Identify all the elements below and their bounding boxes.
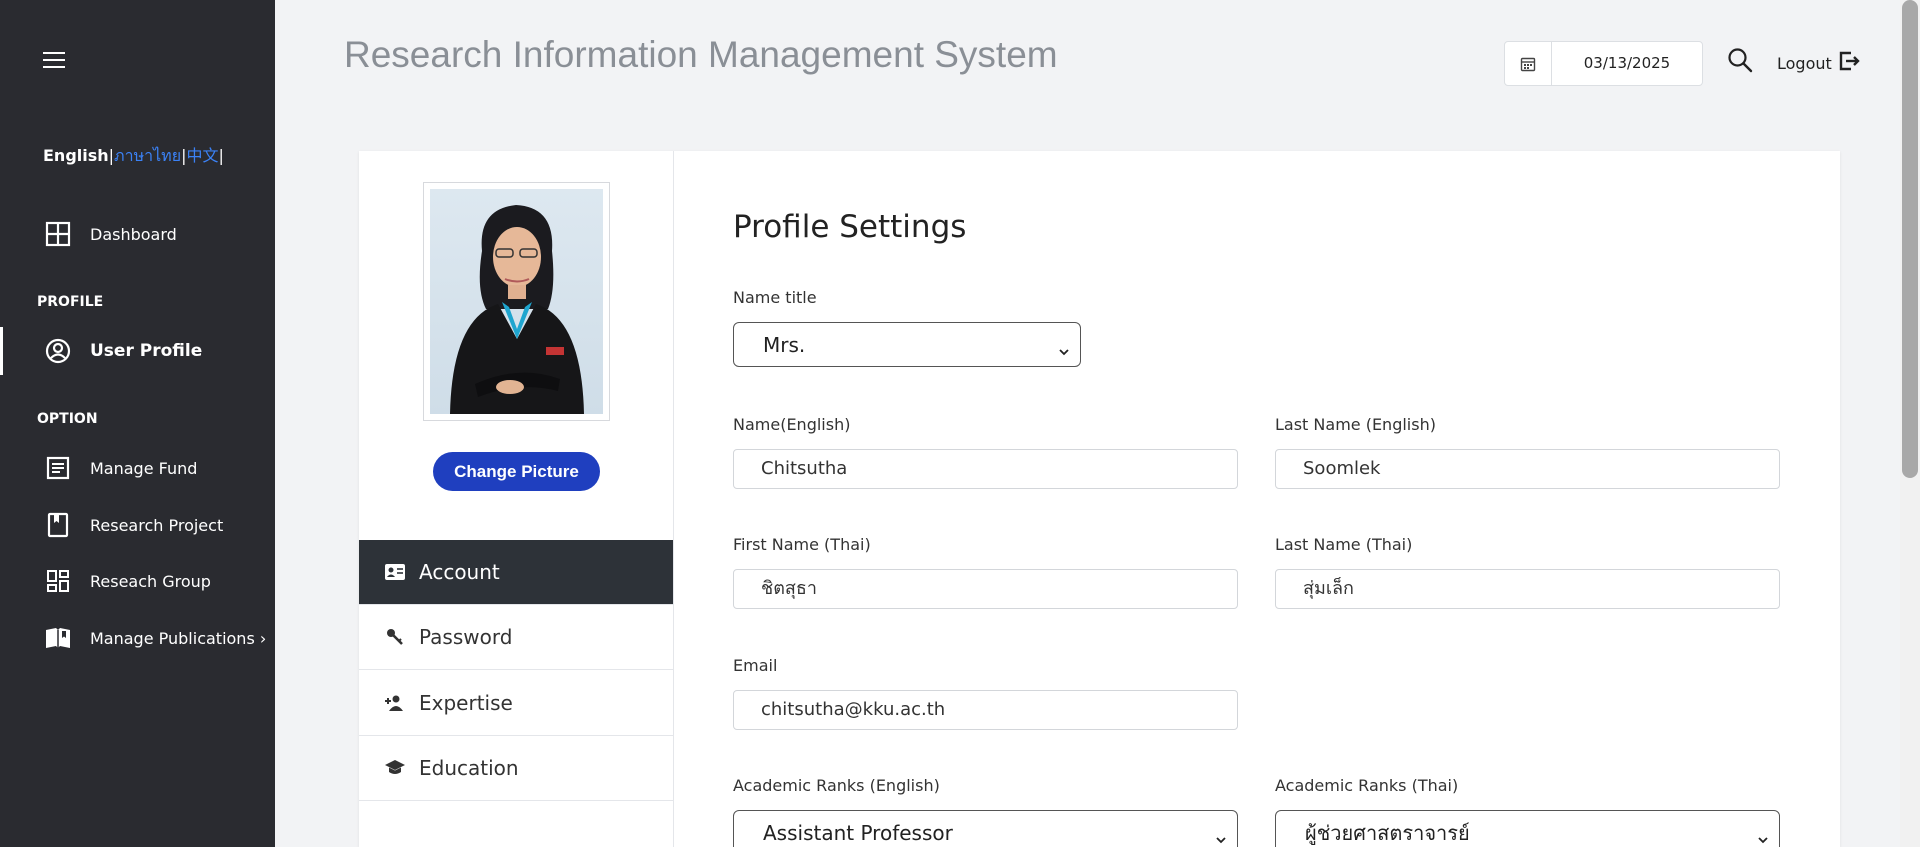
academic-rank-thai-label: Academic Ranks (Thai) — [1275, 776, 1459, 795]
academic-rank-english-label: Academic Ranks (English) — [733, 776, 940, 795]
sidebar-item-manage-publications[interactable]: Manage Publications › — [0, 614, 275, 662]
tab-education[interactable]: Education — [359, 736, 673, 801]
hamburger-menu-icon[interactable] — [43, 52, 65, 68]
tab-password[interactable]: Password — [359, 605, 673, 670]
user-plus-icon — [385, 693, 405, 713]
lang-english[interactable]: English — [43, 146, 109, 165]
sidebar-item-label: User Profile — [90, 341, 203, 361]
sidebar-item-research-project[interactable]: Research Project — [0, 501, 275, 549]
id-card-icon — [385, 562, 405, 582]
lang-chinese[interactable]: 中文 — [186, 146, 218, 165]
sidebar-item-user-profile[interactable]: User Profile — [0, 327, 275, 375]
profile-photo-frame — [423, 182, 610, 421]
language-switcher: English|ภาษาไทย|中文| — [43, 146, 224, 165]
name-english-label: Name(English) — [733, 415, 851, 434]
tab-label: Password — [419, 625, 513, 649]
open-book-icon — [44, 624, 72, 652]
last-name-thai-label: Last Name (Thai) — [1275, 535, 1413, 554]
change-picture-button[interactable]: Change Picture — [433, 452, 600, 491]
tab-expertise[interactable]: Expertise — [359, 671, 673, 736]
last-name-english-input[interactable]: Soomlek — [1275, 449, 1780, 489]
date-value[interactable]: 03/13/2025 — [1552, 42, 1702, 85]
search-icon[interactable] — [1727, 47, 1753, 73]
logout-button[interactable]: Logout — [1777, 50, 1860, 76]
last-name-thai-input[interactable]: สุ่มเล็ก — [1275, 569, 1780, 609]
academic-rank-english-select[interactable]: Assistant Professor — [733, 810, 1238, 847]
user-circle-icon — [44, 337, 72, 365]
academic-rank-thai-select[interactable]: ผู้ช่วยศาสตราจารย์ — [1275, 810, 1780, 847]
page-scrollbar[interactable] — [1900, 0, 1920, 847]
logout-label: Logout — [1777, 53, 1832, 73]
profile-card: Change Picture Account Password Expertis… — [359, 151, 1840, 847]
graduation-cap-icon — [385, 758, 405, 778]
last-name-english-label: Last Name (English) — [1275, 415, 1436, 434]
sidebar-item-label: Manage Fund — [90, 458, 198, 478]
section-label-option: OPTION — [37, 411, 98, 427]
sidebar-item-label: Manage Publications › — [90, 628, 267, 648]
first-name-thai-input[interactable]: ชิตสุธา — [733, 569, 1238, 609]
scrollbar-thumb[interactable] — [1902, 0, 1918, 478]
bookmark-book-icon — [44, 511, 72, 539]
email-input[interactable]: chitsutha@kku.ac.th — [733, 690, 1238, 730]
date-picker[interactable]: 03/13/2025 — [1504, 41, 1703, 86]
profile-sidebar: Change Picture Account Password Expertis… — [359, 151, 674, 847]
academic-rank-english-value: Assistant Professor — [763, 820, 953, 845]
key-icon — [385, 627, 405, 647]
lang-thai[interactable]: ภาษาไทย — [114, 146, 181, 165]
chevron-down-icon — [1058, 339, 1070, 355]
sidebar-item-label: Reseach Group — [90, 571, 211, 591]
name-english-input[interactable]: Chitsutha — [733, 449, 1238, 489]
page-title: Research Information Management System — [344, 34, 1058, 75]
tab-label: Expertise — [419, 691, 513, 715]
name-title-label: Name title — [733, 288, 817, 307]
dashboard-icon — [44, 220, 72, 248]
first-name-thai-label: First Name (Thai) — [733, 535, 871, 554]
tab-account[interactable]: Account — [359, 540, 673, 605]
logout-icon — [1838, 50, 1860, 76]
sidebar-item-research-group[interactable]: Reseach Group — [0, 557, 275, 605]
sidebar: English|ภาษาไทย|中文| Dashboard PROFILE Us… — [0, 0, 275, 847]
profile-photo — [430, 189, 603, 414]
academic-rank-thai-value: ผู้ช่วยศาสตราจารย์ — [1305, 820, 1470, 845]
sidebar-item-manage-fund[interactable]: Manage Fund — [0, 444, 275, 492]
tab-label: Education — [419, 756, 519, 780]
sidebar-item-label: Dashboard — [90, 224, 177, 244]
sidebar-item-dashboard[interactable]: Dashboard — [0, 210, 275, 258]
tab-label: Account — [419, 560, 500, 584]
sidebar-item-label: Research Project — [90, 515, 224, 535]
chevron-down-icon — [1215, 827, 1227, 843]
email-label: Email — [733, 656, 778, 675]
name-title-select[interactable]: Mrs. — [733, 322, 1081, 367]
section-label-profile: PROFILE — [37, 294, 104, 310]
chevron-down-icon — [1757, 827, 1769, 843]
form-title: Profile Settings — [733, 209, 967, 245]
calendar-icon[interactable] — [1505, 42, 1552, 85]
grid-layout-icon — [44, 567, 72, 595]
document-list-icon — [44, 454, 72, 482]
name-title-value: Mrs. — [763, 332, 806, 357]
